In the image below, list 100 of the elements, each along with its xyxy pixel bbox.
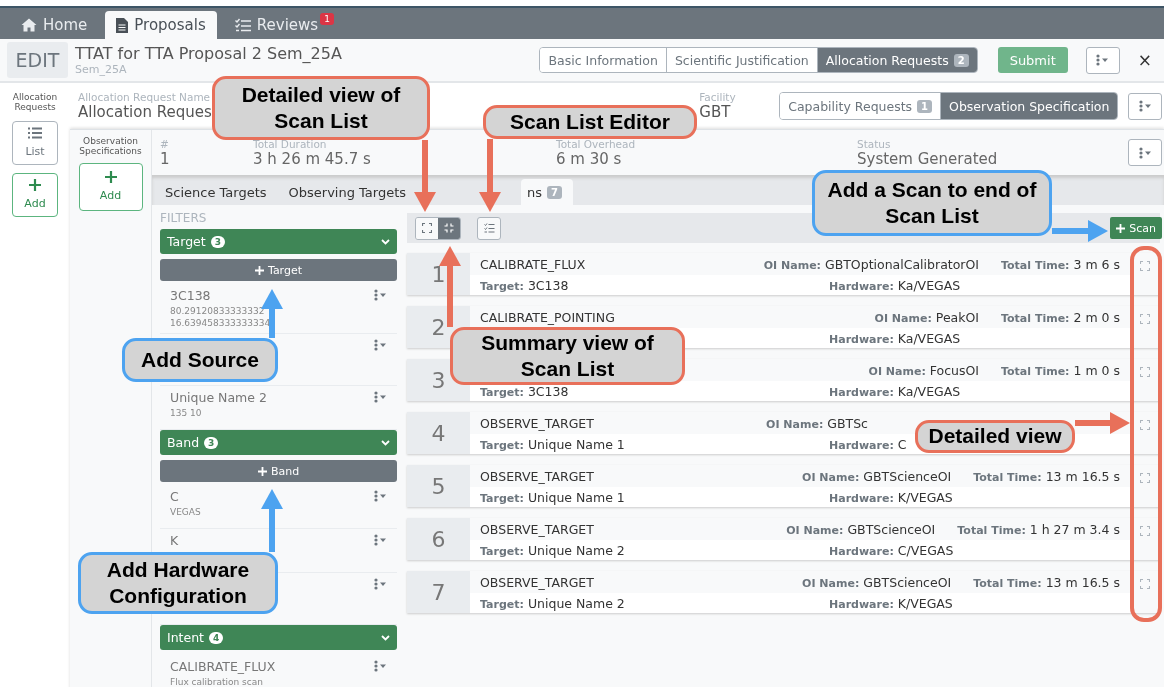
more-options-button[interactable]: [374, 659, 387, 674]
more-icon: [374, 289, 387, 301]
proposal-title: TTAT for TTA Proposal 2 Sem_25A: [75, 44, 343, 63]
filter-group-header[interactable]: Intent 4: [160, 625, 397, 651]
content-tab[interactable]: Observing Targets: [277, 179, 418, 205]
scan-field: Target: Unique Name 1: [480, 436, 829, 452]
more-options-button[interactable]: [1085, 46, 1120, 74]
expand-icon: [1140, 473, 1150, 483]
checklist-icon: [234, 18, 251, 32]
scan-field: Hardware: Ka/VEGAS: [829, 277, 1130, 293]
annotation-arrow: [1052, 220, 1108, 242]
list-icon: [28, 127, 42, 140]
annotation-callout: Scan List Editor: [483, 105, 697, 139]
stat-value: 3 h 26 m 45.7 s: [253, 149, 372, 168]
section-tab[interactable]: Allocation Requests 2: [816, 48, 977, 72]
filter-item-detail: 80.29120833333332: [170, 306, 266, 318]
scan-field: Total Time: 13 m 16.5 s: [973, 468, 1120, 484]
plus-icon: [255, 265, 264, 275]
annotation-callout: Add Source: [122, 338, 278, 382]
add-filter-button[interactable]: Band: [160, 460, 397, 483]
filter-item-detail: Flux calibration scan: [170, 677, 264, 687]
more-options-button[interactable]: [374, 533, 387, 548]
scan-field: Hardware: K/VEGAS: [829, 489, 1130, 505]
expand-icon: [1140, 526, 1150, 536]
collapse-view-button[interactable]: [438, 217, 460, 239]
expand-button[interactable]: [1140, 365, 1150, 379]
filter-item-detail: 135 10: [170, 408, 203, 421]
submit-button[interactable]: Submit: [997, 47, 1068, 73]
scan-intent: CALIBRATE_FLUX: [480, 256, 587, 272]
more-icon: [374, 391, 387, 404]
chevron-down-icon: [381, 634, 390, 641]
more-options-button[interactable]: [374, 489, 387, 504]
request-name: Allocation Reques: [78, 103, 212, 121]
section-tab[interactable]: Observation Specification: [940, 93, 1118, 119]
proposal-subtitle: Sem_25A: [75, 63, 128, 76]
expand-button[interactable]: [1140, 471, 1150, 485]
field-label: Facility: [699, 91, 736, 103]
filter-group-header[interactable]: Target 3: [160, 229, 397, 254]
scan-field: Target: Unique Name 1: [480, 489, 829, 505]
more-icon: [1138, 146, 1152, 159]
scan-field: Hardware: Ka/VEGAS: [829, 383, 1130, 399]
more-options-button[interactable]: [374, 390, 387, 405]
nav-tab[interactable]: Home: [10, 11, 99, 39]
add-scan-button[interactable]: Scan: [1110, 217, 1162, 239]
scan-field: Total Time: 1 h 27 m 3.4 s: [957, 521, 1120, 537]
add-filter-button[interactable]: Target: [160, 259, 397, 281]
annotation-callout: Add a Scan to end of Scan List: [812, 170, 1052, 236]
close-button[interactable]: ×: [1133, 50, 1156, 70]
scan-field: OI Name: GBTOptionalCalibratorOI: [763, 256, 979, 272]
expand-button[interactable]: [1140, 524, 1150, 538]
scan-number: 4: [407, 412, 470, 454]
expand-button[interactable]: [1140, 577, 1150, 591]
plus-icon: [29, 179, 41, 192]
expand-button[interactable]: [1140, 418, 1150, 432]
plus-icon: [104, 171, 117, 184]
scan-number: 6: [407, 518, 470, 560]
nav-tab[interactable]: Proposals: [105, 11, 217, 39]
filter-item-name: 3C138: [170, 288, 212, 303]
plus-icon: [1116, 223, 1126, 233]
more-icon: [374, 534, 387, 547]
more-options-button[interactable]: [1128, 139, 1162, 166]
document-icon: [116, 17, 129, 33]
expand-icon: [1140, 261, 1150, 271]
content-tab[interactable]: ns 7: [521, 179, 574, 205]
annotation-arrow: [1075, 412, 1130, 434]
expand-view-button[interactable]: [416, 217, 438, 239]
scan-list-editor-button[interactable]: [477, 216, 501, 240]
scan-field: Hardware: Ka/VEGAS: [829, 330, 1130, 346]
more-options-button[interactable]: [374, 288, 387, 302]
field-label: Allocation Request Name: [78, 91, 211, 103]
add-button[interactable]: Add: [78, 162, 143, 211]
content-tab[interactable]: Science Targets: [154, 179, 278, 205]
scan-intent: OBSERVE_TARGET: [480, 521, 595, 537]
more-options-button[interactable]: [374, 338, 387, 353]
scan-intent: OBSERVE_TARGET: [480, 574, 595, 590]
scan-field: OI Name: GBTScienceOI: [802, 574, 952, 590]
add-button[interactable]: Add: [12, 172, 58, 217]
expand-icon: [1140, 367, 1150, 377]
scan-intent: CALIBRATE_POINTING: [480, 309, 616, 325]
scan-intent: OBSERVE_TARGET: [480, 468, 595, 484]
more-options-button[interactable]: [1128, 92, 1162, 120]
more-icon: [374, 339, 387, 352]
filter-group-header[interactable]: Band 3: [160, 430, 397, 456]
more-options-button[interactable]: [374, 577, 387, 592]
list-button[interactable]: List: [12, 120, 58, 165]
filter-item-detail: 16.639458333333334: [170, 317, 271, 330]
expand-button[interactable]: [1140, 312, 1150, 326]
annotation-arrow: [261, 489, 283, 552]
nav-tab[interactable]: Reviews 1: [223, 11, 345, 39]
filters-heading: FILTERS: [160, 210, 208, 227]
annotation-callout: Detailed view of Scan List: [212, 76, 430, 140]
plus-icon: [257, 466, 267, 476]
scan-field: Hardware: K/VEGAS: [829, 595, 1130, 611]
scan-field: Hardware: C/VEGAS: [829, 542, 1130, 558]
facility-value: GBT: [699, 103, 731, 121]
chevron-down-icon: [381, 439, 390, 446]
sidebar-title: Observation Specifications: [78, 136, 143, 157]
expand-button[interactable]: [1140, 259, 1150, 273]
scan-field: OI Name: FocusOI: [868, 362, 979, 378]
annotation-callout: Summary view of Scan List: [450, 327, 685, 385]
